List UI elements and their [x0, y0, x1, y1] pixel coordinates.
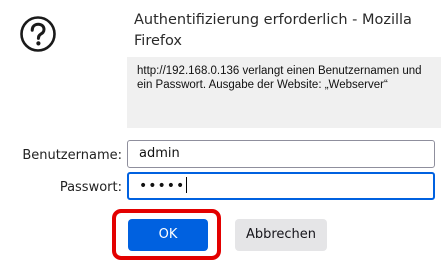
- password-label: Passwort:: [59, 180, 122, 195]
- cancel-button[interactable]: Abbrechen: [235, 219, 327, 251]
- ok-button[interactable]: OK: [128, 219, 208, 251]
- text-caret: [186, 177, 188, 193]
- username-value: admin: [139, 146, 180, 161]
- dialog-title: Authentifizierung erforderlich - Mozilla…: [134, 12, 412, 49]
- auth-message: http://192.168.0.136 verlangt einen Benu…: [127, 57, 441, 128]
- auth-dialog: Authentifizierung erforderlich - Mozilla…: [0, 0, 441, 264]
- username-field[interactable]: admin: [127, 140, 435, 168]
- username-label: Benutzername:: [22, 148, 122, 163]
- help-circle-icon: [18, 14, 58, 54]
- password-dots: •••••: [139, 178, 186, 194]
- password-field[interactable]: •••••: [127, 172, 435, 200]
